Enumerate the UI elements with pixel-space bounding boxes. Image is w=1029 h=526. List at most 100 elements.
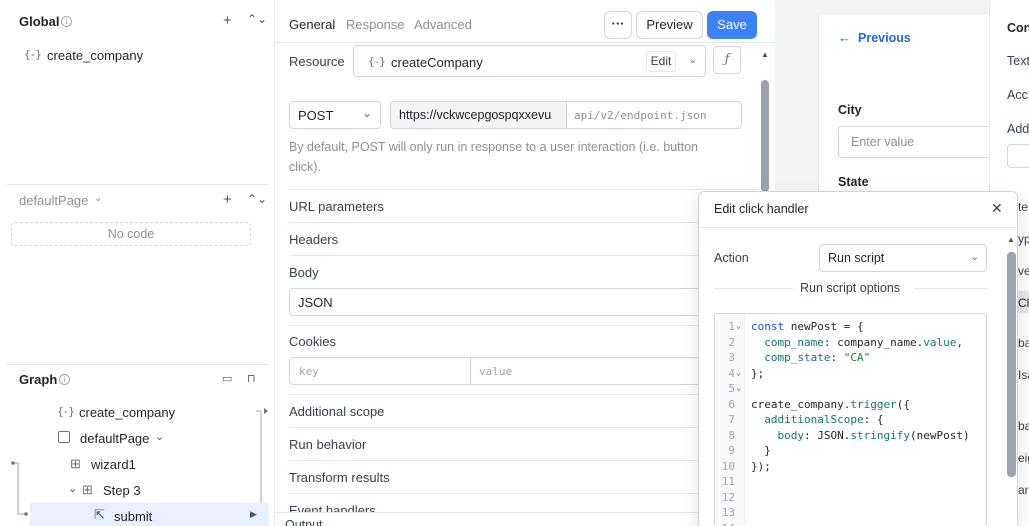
- line-number: 4: [728, 366, 735, 380]
- grid-icon: ⊞: [82, 482, 93, 497]
- scroll-up-icon[interactable]: ▲: [761, 50, 769, 59]
- graph-section-title: Graph: [19, 372, 58, 387]
- divider: [289, 222, 759, 223]
- chevron-down-icon[interactable]: ⌄: [688, 53, 697, 66]
- fold-icon: ⌄: [736, 321, 742, 331]
- script-code[interactable]: const newPost = { comp_name: company_nam…: [751, 319, 970, 474]
- graph-node-submit[interactable]: submit: [114, 509, 152, 524]
- inspector-item[interactable]: Acc: [1007, 88, 1028, 102]
- function-button[interactable]: ƒ: [713, 46, 741, 74]
- graph-node-default-page[interactable]: defaultPage: [80, 431, 149, 446]
- line-number: 6: [728, 397, 735, 411]
- divider: [289, 493, 759, 494]
- arrow-left-icon[interactable]: ←: [838, 30, 851, 45]
- query-icon: {-}: [368, 55, 386, 68]
- additional-scope-section[interactable]: Additional scope: [289, 404, 384, 419]
- expand-collapse-icon[interactable]: ⌃⌄: [247, 192, 267, 207]
- tab-general[interactable]: General: [289, 17, 335, 32]
- resource-select[interactable]: {-} createCompany Edit ⌄: [353, 45, 706, 77]
- divider: [289, 460, 759, 461]
- headers-section[interactable]: Headers: [289, 232, 338, 247]
- graph-node-wizard1[interactable]: wizard1: [91, 457, 136, 472]
- body-type-select[interactable]: JSON: [289, 288, 759, 316]
- method-value: POST: [298, 108, 334, 123]
- previous-button[interactable]: Previous: [858, 31, 911, 45]
- grid-icon: ⊞: [70, 456, 81, 471]
- close-icon[interactable]: ✕: [991, 200, 1003, 217]
- info-icon: i: [59, 374, 70, 385]
- line-number: 7: [728, 413, 735, 426]
- edit-click-handler-popover: Edit click handler ✕ Action Run script ⌄…: [698, 191, 1018, 526]
- cookies-table: key value: [289, 357, 759, 385]
- editor-scrollbar[interactable]: [761, 80, 769, 192]
- expand-collapse-icon[interactable]: ⌃⌄: [247, 12, 267, 27]
- inspector-item[interactable]: eig: [1018, 451, 1029, 465]
- chevron-down-icon[interactable]: ⌄: [94, 193, 102, 204]
- inspector-item[interactable]: ype: [1018, 232, 1029, 246]
- method-select[interactable]: POST ⌄: [289, 101, 381, 129]
- inspector-item[interactable]: ar: [1018, 483, 1029, 497]
- chevron-down-icon: ⌄: [970, 251, 980, 263]
- chevron-down-icon[interactable]: ⌄: [68, 482, 77, 495]
- divider: [275, 42, 775, 43]
- global-item-create-company[interactable]: create_company: [47, 48, 143, 63]
- inspector-input[interactable]: [1007, 144, 1029, 168]
- left-panel: Global i + ⌃⌄ {-} create_company default…: [0, 0, 275, 526]
- line-number: 2: [728, 335, 735, 349]
- divider: [289, 394, 759, 395]
- line-number: 9: [728, 444, 735, 457]
- output-section[interactable]: Output: [285, 518, 323, 526]
- script-code-editor[interactable]: 1234567891011121314 ⌄ ⌄ ⌄ const newPost …: [714, 313, 987, 526]
- comment-icon[interactable]: ▭: [222, 372, 232, 385]
- divider: [289, 189, 759, 190]
- inspector-item[interactable]: bac: [1018, 336, 1029, 350]
- page-icon: [58, 431, 70, 443]
- line-numbers: 1234567891011121314: [715, 319, 735, 526]
- body-section[interactable]: Body: [289, 265, 319, 280]
- cookie-value-input[interactable]: value: [479, 365, 512, 378]
- popover-scrollbar[interactable]: [1007, 252, 1016, 477]
- line-number: 5: [728, 382, 735, 395]
- add-icon[interactable]: +: [223, 13, 232, 28]
- inspector-item[interactable]: Cli: [1018, 296, 1029, 310]
- city-input[interactable]: Enter value: [838, 126, 998, 158]
- cookies-section[interactable]: Cookies: [289, 334, 336, 349]
- page-section-title[interactable]: defaultPage: [19, 193, 88, 208]
- inspector-item[interactable]: ver: [1018, 264, 1029, 278]
- add-icon[interactable]: +: [223, 192, 232, 207]
- line-number: 14: [715, 521, 735, 526]
- url-path-input[interactable]: api/v2/endpoint.json: [574, 109, 706, 122]
- edit-resource-button[interactable]: Edit: [646, 51, 676, 72]
- more-options-button[interactable]: ···: [604, 11, 632, 39]
- help-text: By default, POST will only run in respon…: [289, 140, 699, 174]
- cookie-key-input[interactable]: key: [299, 365, 319, 378]
- run-behavior-section[interactable]: Run behavior: [289, 437, 366, 452]
- divider: [289, 427, 759, 428]
- action-value: Run script: [828, 251, 885, 265]
- inspector-item[interactable]: Text: [1007, 54, 1029, 68]
- resource-label: Resource: [289, 54, 345, 69]
- graph-node-create-company[interactable]: create_company: [79, 405, 175, 420]
- chevron-right-icon[interactable]: ▶: [250, 509, 257, 520]
- lock-icon[interactable]: ⊓: [247, 372, 256, 385]
- graph-node-step-3[interactable]: Step 3: [103, 483, 141, 498]
- tab-advanced[interactable]: Advanced: [414, 17, 472, 32]
- url-parameters-section[interactable]: URL parameters: [289, 199, 384, 214]
- inspector-item[interactable]: ba: [1018, 419, 1029, 433]
- inspector-item[interactable]: Isa: [1018, 368, 1029, 382]
- url-field[interactable]: https://vckwcepgospqxxevu api/v2/endpoin…: [390, 101, 742, 129]
- fold-icon: ⌄: [736, 367, 742, 378]
- inspector-item[interactable]: Add: [1007, 122, 1029, 136]
- chevron-down-icon: ⌄: [362, 106, 373, 120]
- scroll-up-icon[interactable]: ▲: [1007, 235, 1015, 244]
- save-button[interactable]: Save: [707, 11, 757, 39]
- transform-results-section[interactable]: Transform results: [289, 470, 390, 485]
- inspector-item[interactable]: te: [1018, 200, 1028, 214]
- inspector-item[interactable]: Con: [1007, 21, 1029, 35]
- event-handlers-section[interactable]: Event handlers: [289, 503, 376, 512]
- preview-button[interactable]: Preview: [636, 11, 703, 39]
- chevron-down-icon[interactable]: ⌄: [155, 430, 164, 443]
- popover-title: Edit click handler: [714, 202, 809, 216]
- action-select[interactable]: Run script ⌄: [819, 244, 987, 272]
- tab-response[interactable]: Response: [346, 17, 405, 32]
